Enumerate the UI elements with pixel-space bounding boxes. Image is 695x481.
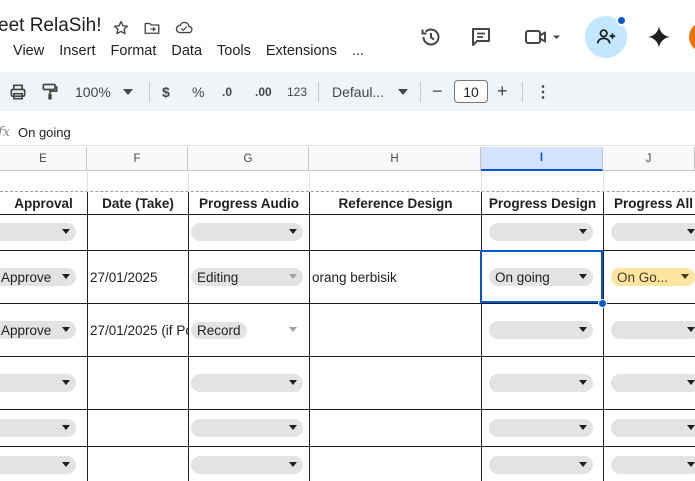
- blank-row: [0, 172, 695, 192]
- video-call-icon[interactable]: [521, 23, 565, 51]
- design-dropdown[interactable]: [489, 456, 593, 474]
- fx-icon: fx: [0, 125, 11, 140]
- design-dropdown[interactable]: [489, 321, 593, 339]
- formula-bar: fx On going: [0, 118, 695, 146]
- font-value: Defaul...: [332, 83, 385, 100]
- menu-item-format[interactable]: Format: [110, 43, 156, 59]
- paint-format-icon[interactable]: [40, 72, 60, 111]
- all-dropdown[interactable]: [611, 456, 695, 474]
- print-icon[interactable]: [8, 72, 28, 111]
- zoom-select[interactable]: 100%: [75, 72, 133, 111]
- reference-cell[interactable]: orang berbisik: [312, 270, 480, 285]
- menu-item-more[interactable]: ...: [352, 43, 364, 59]
- header-date-take[interactable]: Date (Take): [88, 193, 188, 214]
- chevron-down-icon: [122, 88, 133, 95]
- gemini-icon[interactable]: [645, 23, 673, 51]
- menu-bar: t View Insert Format Data Tools Extensio…: [0, 43, 379, 59]
- audio-dropdown[interactable]: Editing: [191, 268, 303, 286]
- date-cell[interactable]: 27/01/2025 (if Po: [90, 323, 188, 338]
- font-size-input[interactable]: 10: [454, 80, 488, 103]
- design-dropdown[interactable]: [489, 374, 593, 392]
- audio-value: Record: [191, 321, 247, 339]
- chevron-down-icon: [398, 88, 409, 95]
- menu-item-insert[interactable]: Insert: [59, 43, 95, 59]
- column-header-g[interactable]: G: [188, 147, 309, 171]
- header-progress-design[interactable]: Progress Design: [482, 193, 603, 214]
- spreadsheet-grid: E F G H I J Approval Date (Take) Progres…: [0, 147, 695, 481]
- header-approval[interactable]: Approval: [0, 193, 87, 214]
- approval-dropdown[interactable]: Approve: [0, 321, 76, 339]
- audio-dropdown[interactable]: [191, 374, 303, 392]
- fill-handle[interactable]: [598, 299, 607, 308]
- menu-item-extensions[interactable]: Extensions: [266, 43, 337, 59]
- all-dropdown[interactable]: [611, 374, 695, 392]
- column-header-e[interactable]: E: [0, 147, 87, 171]
- star-icon[interactable]: [110, 17, 132, 39]
- all-value: On Go...: [617, 269, 669, 285]
- avatar[interactable]: [689, 22, 695, 52]
- header-reference-design[interactable]: Reference Design: [310, 193, 481, 214]
- menu-item-tools[interactable]: Tools: [217, 43, 251, 59]
- audio-dropdown[interactable]: [191, 223, 303, 241]
- audio-dropdown[interactable]: [191, 419, 303, 437]
- approval-dropdown[interactable]: [0, 374, 76, 392]
- comments-icon[interactable]: [467, 23, 495, 51]
- percent-format-button[interactable]: %: [192, 72, 204, 111]
- design-dropdown[interactable]: [489, 419, 593, 437]
- notification-dot: [616, 15, 627, 26]
- zoom-value: 100%: [75, 83, 111, 100]
- column-header-j[interactable]: J: [603, 147, 695, 171]
- decrease-decimal-button[interactable]: .0: [222, 72, 232, 111]
- approval-dropdown[interactable]: [0, 223, 76, 241]
- active-cell-selection[interactable]: [480, 250, 603, 303]
- increase-decimal-button[interactable]: .00: [255, 72, 272, 111]
- all-dropdown[interactable]: [611, 321, 695, 339]
- audio-dropdown[interactable]: [191, 456, 303, 474]
- header-progress-all[interactable]: Progress All: [604, 193, 695, 214]
- audio-dropdown[interactable]: Record: [191, 321, 303, 339]
- font-size-decrease-button[interactable]: −: [432, 72, 443, 111]
- currency-format-button[interactable]: $: [162, 72, 170, 111]
- more-formats-button[interactable]: 123: [287, 72, 307, 111]
- formula-input[interactable]: On going: [18, 125, 71, 140]
- approval-dropdown[interactable]: [0, 419, 76, 437]
- column-header-i[interactable]: I: [481, 147, 603, 171]
- more-options-button[interactable]: ⋮: [535, 72, 551, 111]
- all-dropdown[interactable]: [611, 223, 695, 241]
- share-icon: [596, 29, 616, 44]
- toolbar: 100% $ % .0 .00 123 Defaul... − + ⋮: [0, 72, 695, 111]
- menu-item-data[interactable]: Data: [171, 43, 202, 59]
- approval-dropdown[interactable]: [0, 456, 76, 474]
- cloud-status-icon[interactable]: [173, 17, 195, 39]
- date-cell[interactable]: 27/01/2025: [90, 270, 187, 285]
- move-to-folder-icon[interactable]: [141, 17, 163, 39]
- all-dropdown[interactable]: On Go...: [611, 268, 695, 286]
- font-select[interactable]: Defaul...: [332, 72, 409, 111]
- header-progress-audio[interactable]: Progress Audio: [189, 193, 309, 214]
- column-header-f[interactable]: F: [87, 147, 188, 171]
- approval-value: Approve: [1, 269, 52, 285]
- approval-dropdown[interactable]: Approve: [0, 268, 76, 286]
- approval-value: Approve: [1, 322, 52, 338]
- history-icon[interactable]: [417, 23, 445, 51]
- audio-value: Editing: [197, 269, 239, 285]
- document-title[interactable]: eet RelaSih!: [0, 15, 102, 37]
- title-bar: eet RelaSih! t View Insert Format Data T…: [0, 0, 695, 72]
- all-dropdown[interactable]: [611, 419, 695, 437]
- menu-item-view[interactable]: View: [13, 43, 44, 59]
- column-header-h[interactable]: H: [309, 147, 481, 171]
- design-dropdown[interactable]: [489, 223, 593, 241]
- font-size-increase-button[interactable]: +: [497, 72, 508, 111]
